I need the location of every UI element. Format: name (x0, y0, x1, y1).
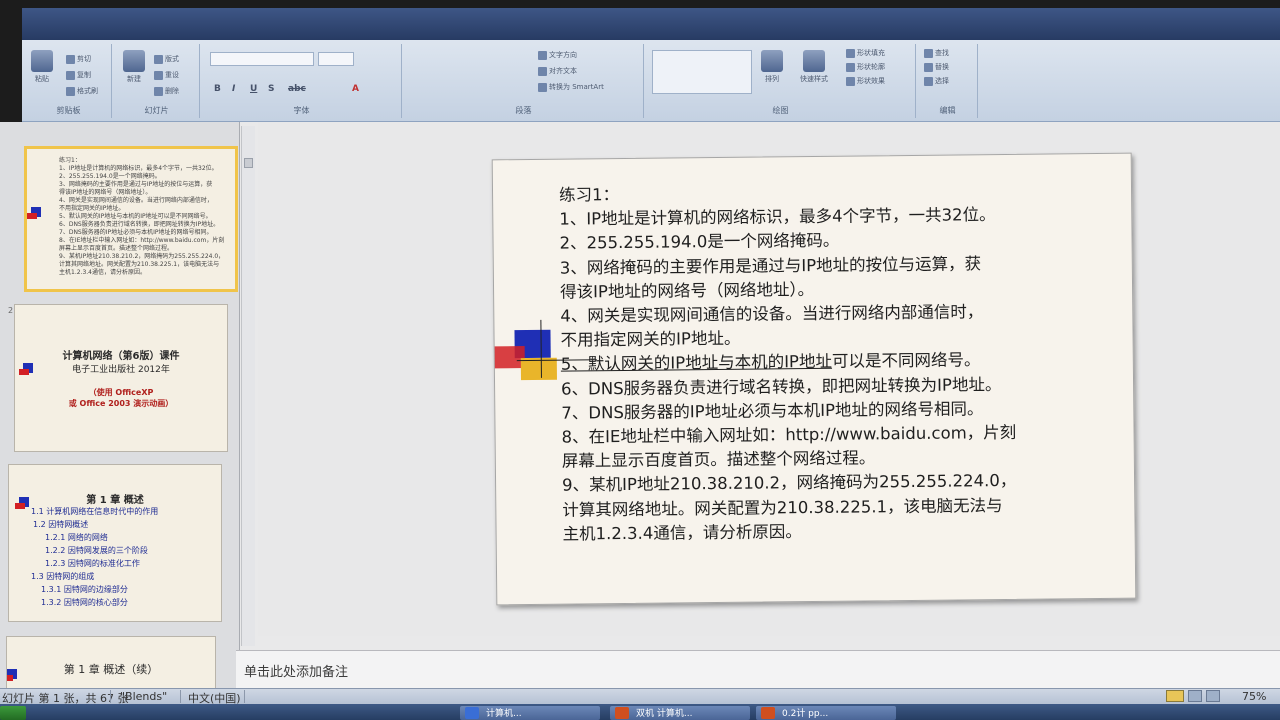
paste-icon (31, 50, 53, 72)
workspace: 练习1： 1、IP地址是计算机的网络标识，最多4个字节，一共32位。 2、255… (0, 122, 1280, 688)
copy-button[interactable]: 复制 (66, 70, 91, 82)
delete-icon (154, 86, 163, 96)
status-divider (110, 690, 111, 703)
strikethrough-button[interactable]: abc (288, 84, 306, 94)
text-direction-icon (538, 50, 547, 60)
normal-view-icon[interactable] (1166, 690, 1184, 702)
ribbon-group-font: B I U S abc A 字体 (202, 44, 402, 118)
arrange-icon (761, 50, 783, 72)
layout-button[interactable]: 版式 (154, 54, 179, 66)
select-icon (924, 76, 933, 86)
smartart-icon (538, 82, 547, 92)
scrollbar-thumb[interactable] (244, 158, 253, 168)
smartart-button[interactable]: 转换为 SmartArt (538, 82, 604, 94)
find-button[interactable]: 查找 (924, 48, 949, 60)
notes-pane[interactable]: 单击此处添加备注 (236, 650, 1280, 688)
reset-button[interactable]: 重设 (154, 70, 179, 82)
delete-slide-button[interactable]: 删除 (154, 86, 179, 98)
shape-fill-button[interactable]: 形状填充 (846, 48, 885, 60)
slide-thumbnail-pane: 练习1： 1、IP地址是计算机的网络标识，最多4个字节，一共32位。 2、255… (0, 122, 240, 688)
ribbon-group-editing: 查找 替换 选择 编辑 (918, 44, 978, 118)
replace-button[interactable]: 替换 (924, 62, 949, 74)
slide-thumbnail-1[interactable]: 练习1： 1、IP地址是计算机的网络标识，最多4个字节，一共32位。 2、255… (24, 146, 238, 292)
notes-placeholder: 单击此处添加备注 (244, 665, 349, 680)
taskbar-item-1[interactable]: 计算机... (460, 706, 600, 720)
screen: 粘贴 剪切 复制 格式刷 剪贴板 新建 版式 重设 删除 幻灯片 B I U S (0, 0, 1280, 720)
align-text-button[interactable]: 对齐文本 (538, 66, 577, 78)
thumb-decor-red (7, 675, 13, 681)
ribbon-group-clipboard: 粘贴 剪切 复制 格式刷 剪贴板 (26, 44, 112, 118)
select-button[interactable]: 选择 (924, 76, 949, 88)
slide-text-box[interactable]: 练习1： 1、IP地址是计算机的网络标识，最多4个字节，一共32位。 2、255… (559, 178, 1123, 547)
binoculars-icon (924, 48, 933, 58)
slide-editing-area: 练习1： 1、IP地址是计算机的网络标识，最多4个字节，一共32位。 2、255… (258, 122, 1280, 636)
powerpoint-icon (615, 707, 629, 719)
thumb-decor-red (19, 369, 29, 375)
ribbon-group-drawing: 排列 快速样式 形状填充 形状轮廓 形状效果 绘图 (646, 44, 916, 118)
zoom-level[interactable]: 75% (1242, 690, 1266, 703)
quick-styles-icon (803, 50, 825, 72)
align-text-icon (538, 66, 547, 76)
replace-icon (924, 62, 933, 72)
font-size-box[interactable] (318, 52, 354, 66)
paste-button[interactable]: 粘贴 (28, 50, 56, 84)
thumb-decor-red (15, 503, 25, 509)
cut-button[interactable]: 剪切 (66, 54, 91, 66)
slide-thumbnail-2[interactable]: 计算机网络（第6版）课件 电子工业出版社 2012年 （使用 OfficeXP … (14, 304, 228, 452)
slideshow-icon[interactable] (1206, 690, 1220, 702)
thumbnail-scrollbar[interactable] (241, 126, 255, 646)
bold-button[interactable]: B (214, 84, 221, 94)
slide-thumbnail-4[interactable]: 第 1 章 概述（续） (6, 636, 216, 688)
quick-styles-button[interactable]: 快速样式 (794, 50, 834, 84)
status-bar: 幻灯片 第 1 张，共 67 张 "Blends" 中文(中国) 75% (0, 688, 1280, 705)
italic-button[interactable]: I (232, 84, 235, 94)
status-divider (180, 690, 181, 703)
underline-button[interactable]: U (250, 84, 257, 94)
arrange-button[interactable]: 排列 (758, 50, 786, 84)
shape-outline-button[interactable]: 形状轮廓 (846, 62, 885, 74)
copy-icon (66, 70, 75, 80)
start-button[interactable] (0, 706, 26, 720)
ribbon: 粘贴 剪切 复制 格式刷 剪贴板 新建 版式 重设 删除 幻灯片 B I U S (22, 40, 1280, 122)
shadow-button[interactable]: S (268, 84, 274, 94)
new-slide-icon (123, 50, 145, 72)
new-slide-button[interactable]: 新建 (120, 50, 148, 84)
shapes-gallery[interactable] (652, 50, 752, 94)
powerpoint-icon (761, 707, 775, 719)
thumb-slide3-toc: 1.1 计算机网络在信息时代中的作用 1.2 因特网概述 1.2.1 网络的网络… (31, 507, 159, 607)
status-divider (244, 690, 245, 703)
taskbar-item-2[interactable]: 双机 计算机... (610, 706, 750, 720)
slide-thumbnail-3[interactable]: 第 1 章 概述 1.1 计算机网络在信息时代中的作用 1.2 因特网概述 1.… (8, 464, 222, 622)
taskbar: 计算机... 双机 计算机... 0.2计 pp... (0, 704, 1280, 720)
font-name-box[interactable] (210, 52, 314, 66)
taskbar-item-3[interactable]: 0.2计 pp... (756, 706, 896, 720)
layout-icon (154, 54, 163, 64)
theme-name: "Blends" (120, 690, 168, 703)
outline-icon (846, 62, 855, 72)
thumb-slide1-text: 练习1： 1、IP地址是计算机的网络标识，最多4个字节，一共32位。 2、255… (59, 157, 225, 276)
ribbon-group-paragraph: 文字方向 对齐文本 转换为 SmartArt 段落 (404, 44, 644, 118)
slide-number-2: 2 (8, 306, 14, 315)
app-icon (465, 707, 479, 719)
brush-icon (66, 86, 75, 96)
fill-icon (846, 48, 855, 58)
ribbon-group-slides: 新建 版式 重设 删除 幻灯片 (114, 44, 200, 118)
thumb-decor-red (27, 213, 37, 219)
slide-sorter-icon[interactable] (1188, 690, 1202, 702)
title-bar (22, 8, 1280, 40)
reset-icon (154, 70, 163, 80)
scissors-icon (66, 54, 75, 64)
font-color-button[interactable]: A (352, 84, 359, 94)
effects-icon (846, 76, 855, 86)
text-direction-button[interactable]: 文字方向 (538, 50, 577, 62)
format-painter-button[interactable]: 格式刷 (66, 86, 98, 98)
shape-effects-button[interactable]: 形状效果 (846, 76, 885, 88)
slide-decor-yellow (520, 357, 557, 381)
current-slide[interactable]: 练习1： 1、IP地址是计算机的网络标识，最多4个字节，一共32位。 2、255… (491, 152, 1137, 606)
